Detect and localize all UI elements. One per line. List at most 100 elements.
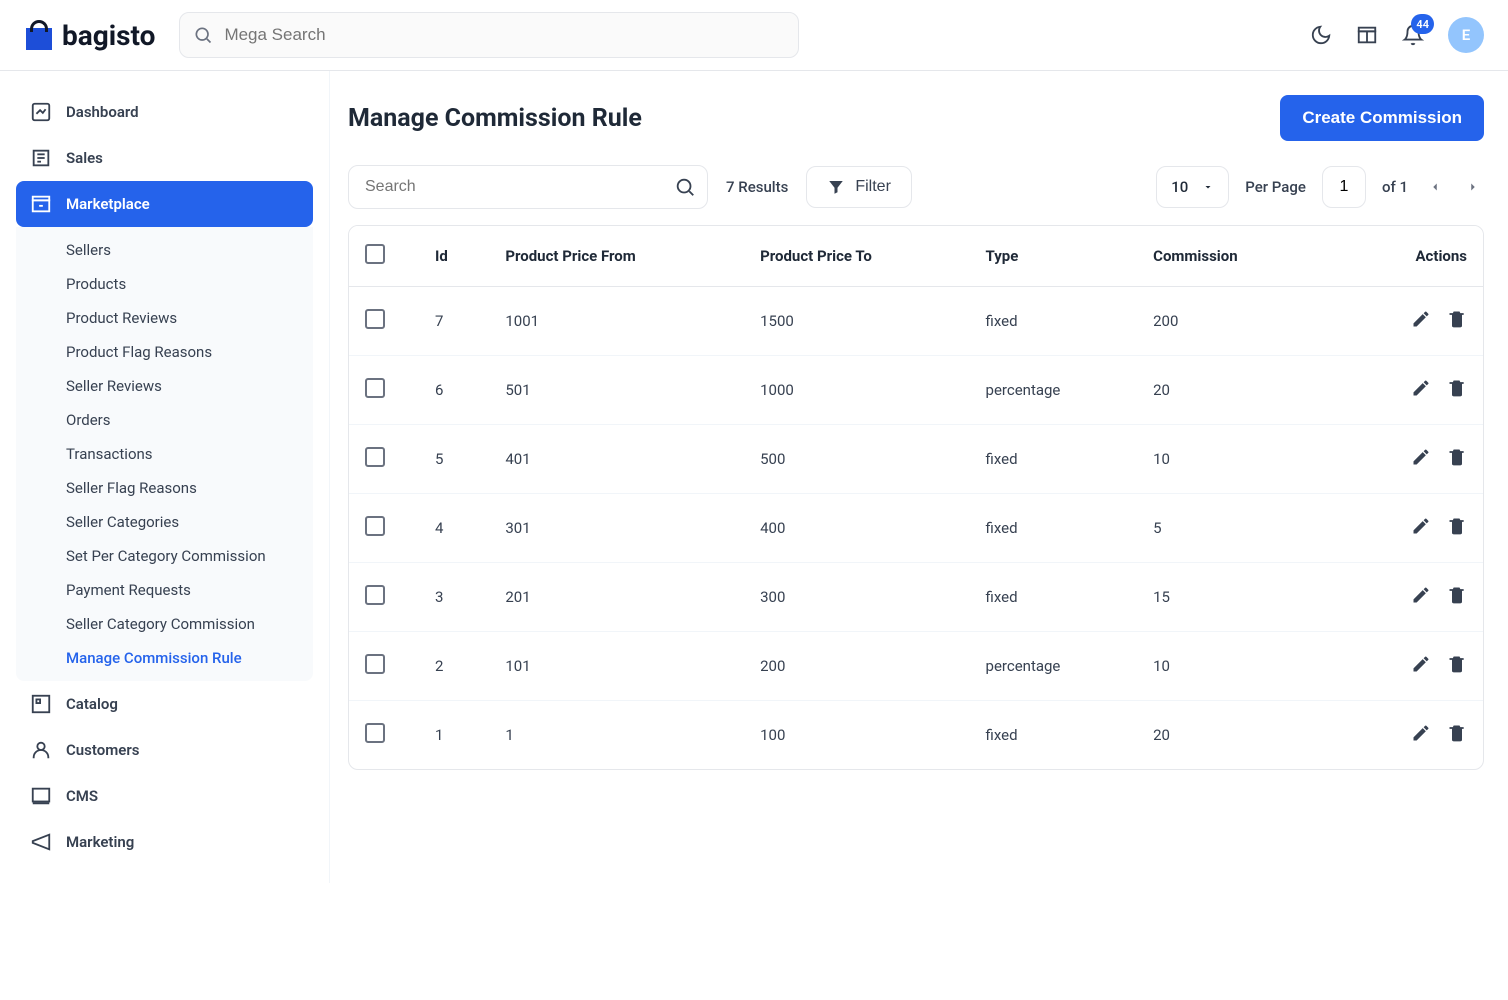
col-id[interactable]: Id — [419, 226, 489, 287]
cell-commission: 10 — [1137, 632, 1320, 701]
row-checkbox[interactable] — [365, 585, 385, 605]
delete-icon[interactable] — [1447, 723, 1467, 743]
topbar-actions: 44 E — [1310, 17, 1484, 53]
next-page-icon[interactable] — [1462, 176, 1484, 198]
main-content: Manage Commission Rule Create Commission… — [330, 71, 1508, 883]
cell-commission: 20 — [1137, 701, 1320, 770]
sidebar-sub-transactions[interactable]: Transactions — [16, 437, 313, 471]
data-table: Id Product Price From Product Price To T… — [348, 225, 1484, 770]
sidebar-sub-seller-flag-reasons[interactable]: Seller Flag Reasons — [16, 471, 313, 505]
delete-icon[interactable] — [1447, 378, 1467, 398]
table-row: 2101200percentage10 — [349, 632, 1483, 701]
edit-icon[interactable] — [1411, 378, 1431, 398]
row-checkbox[interactable] — [365, 447, 385, 467]
sidebar-sub-seller-category-commission[interactable]: Seller Category Commission — [16, 607, 313, 641]
page-header: Manage Commission Rule Create Commission — [348, 95, 1484, 141]
sidebar-sub-seller-categories[interactable]: Seller Categories — [16, 505, 313, 539]
mega-search-wrap — [179, 12, 799, 58]
bell-icon[interactable]: 44 — [1402, 24, 1424, 46]
edit-icon[interactable] — [1411, 723, 1431, 743]
cell-commission: 15 — [1137, 563, 1320, 632]
row-checkbox[interactable] — [365, 723, 385, 743]
edit-icon[interactable] — [1411, 585, 1431, 605]
cell-commission: 20 — [1137, 356, 1320, 425]
cell-type: percentage — [970, 356, 1138, 425]
cell-price-from: 201 — [489, 563, 744, 632]
sidebar-sub-seller-reviews[interactable]: Seller Reviews — [16, 369, 313, 403]
sidebar-sub-payment-requests[interactable]: Payment Requests — [16, 573, 313, 607]
page-number-input[interactable] — [1322, 166, 1366, 208]
delete-icon[interactable] — [1447, 309, 1467, 329]
sidebar-item-marketplace[interactable]: Marketplace — [16, 181, 313, 227]
sidebar-sub-manage-commission-rule[interactable]: Manage Commission Rule — [16, 641, 313, 675]
sidebar-item-label: Sales — [66, 149, 103, 167]
search-input[interactable] — [348, 165, 708, 209]
col-price-from[interactable]: Product Price From — [489, 226, 744, 287]
edit-icon[interactable] — [1411, 309, 1431, 329]
sidebar-item-label: CMS — [66, 787, 98, 805]
table-row: 3201300fixed15 — [349, 563, 1483, 632]
dashboard-icon — [30, 101, 52, 123]
sidebar-item-cms[interactable]: CMS — [16, 773, 313, 819]
row-checkbox[interactable] — [365, 516, 385, 536]
cell-price-to: 300 — [744, 563, 969, 632]
cell-price-to: 100 — [744, 701, 969, 770]
row-checkbox[interactable] — [365, 378, 385, 398]
notification-badge: 44 — [1411, 14, 1434, 34]
edit-icon[interactable] — [1411, 447, 1431, 467]
cell-type: fixed — [970, 425, 1138, 494]
filter-button[interactable]: Filter — [806, 166, 912, 208]
edit-icon[interactable] — [1411, 516, 1431, 536]
sidebar-item-label: Customers — [66, 741, 139, 759]
catalog-icon — [30, 693, 52, 715]
col-commission[interactable]: Commission — [1137, 226, 1320, 287]
col-price-to[interactable]: Product Price To — [744, 226, 969, 287]
page-of-label: of 1 — [1382, 178, 1408, 196]
sidebar-item-label: Marketing — [66, 833, 134, 851]
col-type[interactable]: Type — [970, 226, 1138, 287]
cell-id: 2 — [419, 632, 489, 701]
sidebar-sub-sellers[interactable]: Sellers — [16, 233, 313, 267]
cell-commission: 5 — [1137, 494, 1320, 563]
row-checkbox[interactable] — [365, 654, 385, 674]
sidebar-item-sales[interactable]: Sales — [16, 135, 313, 181]
sidebar-sub-product-flag-reasons[interactable]: Product Flag Reasons — [16, 335, 313, 369]
per-page-select[interactable]: 10 — [1156, 166, 1229, 208]
search-icon[interactable] — [674, 176, 696, 198]
filter-icon — [827, 178, 845, 196]
brand-logo[interactable]: bagisto — [24, 19, 155, 52]
select-all-checkbox[interactable] — [365, 244, 385, 264]
sidebar-sub-set-per-category-commission[interactable]: Set Per Category Commission — [16, 539, 313, 573]
row-checkbox[interactable] — [365, 309, 385, 329]
cell-commission: 10 — [1137, 425, 1320, 494]
delete-icon[interactable] — [1447, 516, 1467, 536]
col-actions: Actions — [1320, 226, 1483, 287]
sidebar-sub-product-reviews[interactable]: Product Reviews — [16, 301, 313, 335]
sidebar-sub-orders[interactable]: Orders — [16, 403, 313, 437]
sidebar-item-customers[interactable]: Customers — [16, 727, 313, 773]
toolbar-search-wrap — [348, 165, 708, 209]
delete-icon[interactable] — [1447, 447, 1467, 467]
delete-icon[interactable] — [1447, 654, 1467, 674]
edit-icon[interactable] — [1411, 654, 1431, 674]
avatar[interactable]: E — [1448, 17, 1484, 53]
sidebar-item-dashboard[interactable]: Dashboard — [16, 89, 313, 135]
cell-commission: 200 — [1137, 287, 1320, 356]
page-title: Manage Commission Rule — [348, 104, 642, 133]
table-header-row: Id Product Price From Product Price To T… — [349, 226, 1483, 287]
create-commission-button[interactable]: Create Commission — [1280, 95, 1484, 141]
sidebar-item-marketing[interactable]: Marketing — [16, 819, 313, 865]
sidebar: Dashboard Sales Marketplace Sellers Prod… — [0, 71, 330, 883]
prev-page-icon[interactable] — [1424, 176, 1446, 198]
cell-price-to: 1500 — [744, 287, 969, 356]
sidebar-item-catalog[interactable]: Catalog — [16, 681, 313, 727]
table-row: 65011000percentage20 — [349, 356, 1483, 425]
delete-icon[interactable] — [1447, 585, 1467, 605]
sidebar-sub-products[interactable]: Products — [16, 267, 313, 301]
cell-type: fixed — [970, 494, 1138, 563]
store-icon[interactable] — [1356, 24, 1378, 46]
per-page-value: 10 — [1171, 178, 1188, 196]
mega-search-input[interactable] — [179, 12, 799, 58]
sidebar-item-label: Dashboard — [66, 103, 139, 121]
dark-mode-icon[interactable] — [1310, 24, 1332, 46]
